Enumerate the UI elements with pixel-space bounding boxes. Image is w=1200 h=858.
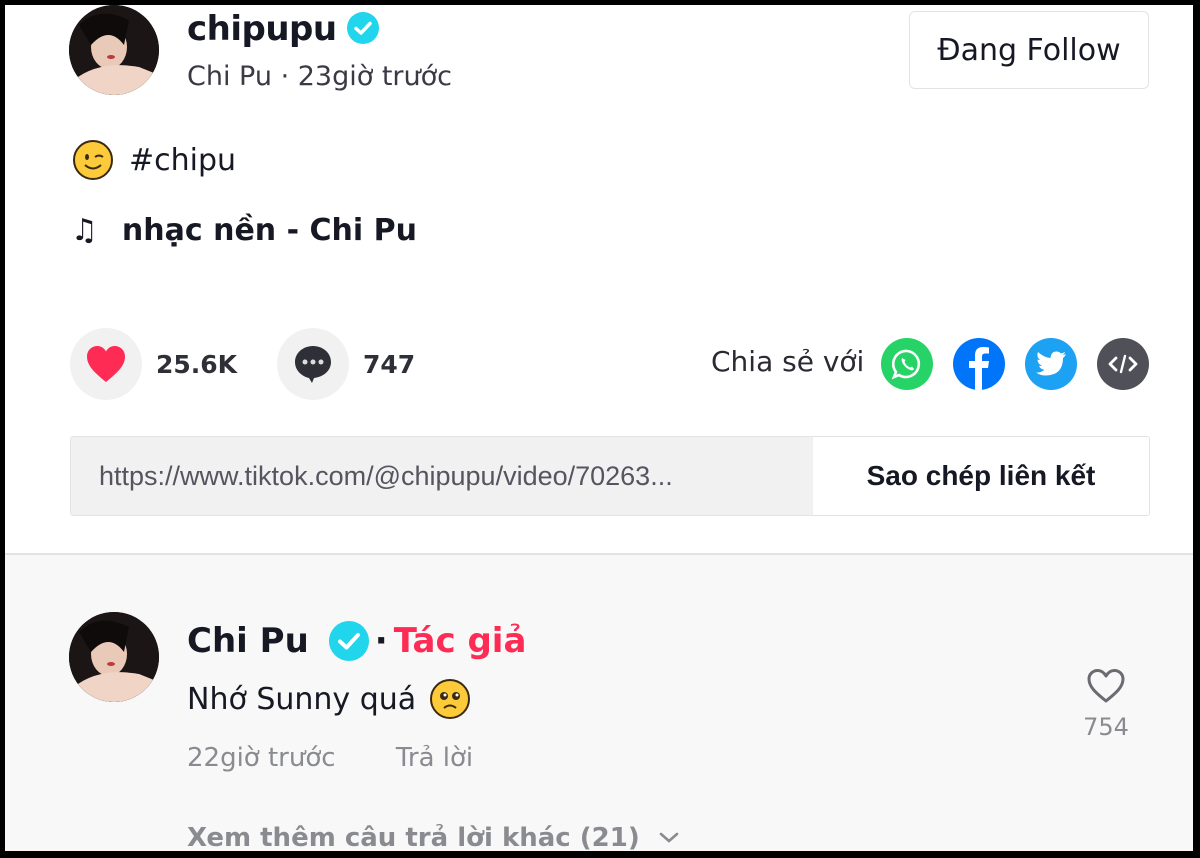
embed-code-icon [1108,354,1138,374]
music-note-icon: ♫ [71,213,98,248]
share-twitter-button[interactable] [1025,338,1077,390]
following-button[interactable]: Đang Follow [909,11,1149,89]
post-info-section: chipupu Chi Pu · 23giờ trước Đang Follow… [5,5,1193,553]
post-caption: #chipu [73,140,236,180]
reply-button[interactable]: Trả lời [396,743,473,773]
comment-button[interactable] [277,328,349,400]
like-action[interactable]: 25.6K [70,328,237,400]
view-more-replies-button[interactable]: Xem thêm câu trả lời khác (21) [187,823,680,851]
post-username[interactable]: chipupu [187,9,379,49]
share-whatsapp-button[interactable] [881,338,933,390]
hashtag-link[interactable]: #chipu [129,143,236,178]
verified-badge-icon [346,11,379,44]
avatar-photo-icon [69,5,159,95]
tiktok-post-panel: chipupu Chi Pu · 23giờ trước Đang Follow… [5,5,1193,851]
avatar-photo-icon [69,612,159,702]
winking-face-emoji-icon [73,140,113,180]
post-time: 23giờ trước [297,61,453,92]
verified-badge-icon [328,621,369,661]
like-button[interactable] [70,328,142,400]
music-title: nhạc nền - Chi Pu [121,213,417,248]
twitter-bird-icon [1036,351,1066,376]
comment-count: 747 [363,349,416,379]
heart-filled-icon [87,346,125,382]
comment-author-avatar[interactable] [69,612,159,702]
facebook-icon [969,347,989,390]
pleading-face-emoji-icon [430,679,471,719]
comment-like[interactable]: 754 [1073,667,1139,741]
music-link[interactable]: ♫ nhạc nền - Chi Pu [71,213,417,248]
post-subline: Chi Pu · 23giờ trước [187,61,452,92]
like-count: 25.6K [156,349,238,379]
copy-link-button[interactable]: Sao chép liên kết [813,437,1149,515]
comment-text: Nhớ Sunny quá [187,679,471,719]
share-label: Chia sẻ với [711,345,865,378]
comments-section: Chi Pu · Tác giả Nhớ Sunny quá 22giờ trư… [5,553,1193,851]
author-badge: Tác giả [393,621,527,661]
comment-meta: 22giờ trước Trả lời [187,743,525,773]
comment-header: Chi Pu · Tác giả [187,621,526,661]
separator-dot: · [374,621,388,661]
comment-bubble-icon [295,346,331,383]
heart-outline-icon[interactable] [1085,667,1127,705]
share-embed-button[interactable] [1097,338,1149,390]
username-text: chipupu [187,9,337,49]
comment-author-name[interactable]: Chi Pu [187,621,309,661]
author-avatar[interactable] [69,5,159,95]
chevron-down-icon [659,832,679,843]
video-link-field[interactable]: https://www.tiktok.com/@chipupu/video/70… [71,437,813,515]
comment-like-count: 754 [1083,713,1129,741]
whatsapp-icon [891,349,921,380]
comment-time: 22giờ trước [187,743,336,773]
comment-action[interactable]: 747 [277,328,415,400]
share-link-box: https://www.tiktok.com/@chipupu/video/70… [70,436,1150,516]
separator-dot: · [280,61,290,92]
comment-body: Nhớ Sunny quá [187,681,417,717]
display-name: Chi Pu [187,61,272,92]
share-facebook-button[interactable] [953,338,1005,390]
view-more-replies-label: Xem thêm câu trả lời khác (21) [187,823,640,851]
